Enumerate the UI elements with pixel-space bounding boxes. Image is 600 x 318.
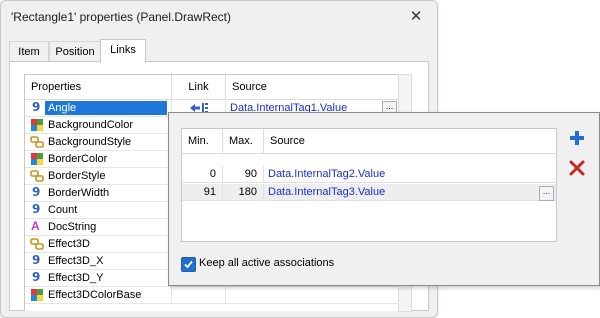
numeric-9-icon: 9 <box>32 253 41 267</box>
column-header-properties[interactable]: Properties <box>25 75 172 99</box>
property-cell[interactable]: Effect3DColorBase <box>25 287 172 304</box>
property-cell[interactable]: 9 Effect3D_X <box>25 253 172 270</box>
source-value[interactable]: Data.InternalTag3.Value ... <box>264 184 556 201</box>
associations-popup: Min. Max. Source 0 90 Data.InternalTag2.… <box>168 112 600 286</box>
property-cell[interactable]: 9 BorderWidth <box>25 185 172 202</box>
min-value[interactable]: 0 <box>182 166 223 183</box>
property-cell[interactable]: 9 Angle <box>25 100 172 117</box>
property-name: Count <box>48 204 78 216</box>
tab-item[interactable]: Item <box>9 41 49 62</box>
property-cell[interactable]: BackgroundStyle <box>25 134 172 151</box>
property-row[interactable]: Effect3DColorBase <box>25 287 399 304</box>
property-name: DocString <box>48 221 97 233</box>
numeric-9-icon: 9 <box>32 202 41 216</box>
association-row[interactable]: 0 90 Data.InternalTag2.Value <box>182 166 556 184</box>
header-divider <box>182 153 556 154</box>
close-icon[interactable]: ✕ <box>403 5 429 29</box>
tab-links[interactable]: Links <box>100 39 146 63</box>
numeric-9-icon: 9 <box>32 270 41 284</box>
association-row[interactable]: 91 180 Data.InternalTag3.Value ... <box>182 184 556 202</box>
numeric-9-icon: 9 <box>32 100 41 114</box>
column-header-source[interactable]: Source <box>264 129 556 153</box>
keep-all-checkbox[interactable] <box>181 257 196 272</box>
style-chain-icon <box>30 135 44 149</box>
add-association-button[interactable] <box>567 128 587 148</box>
property-cell[interactable]: 9 Effect3D_Y <box>25 270 172 287</box>
property-name: Effect3D <box>48 238 90 250</box>
column-header-min[interactable]: Min. <box>182 129 223 153</box>
property-cell[interactable]: 9 Count <box>25 202 172 219</box>
property-name: Effect3DColorBase <box>48 289 142 301</box>
style-chain-icon <box>30 169 44 183</box>
color-palette-icon <box>30 152 44 166</box>
color-palette-icon <box>30 288 44 302</box>
title-bar: 'Rectangle1' properties (Panel.DrawRect)… <box>1 1 437 33</box>
keep-all-label[interactable]: Keep all active associations <box>199 256 334 271</box>
property-name: Effect3D_Y <box>48 272 104 284</box>
source-cell[interactable] <box>226 287 399 304</box>
associations-grid: Min. Max. Source 0 90 Data.InternalTag2.… <box>181 128 557 242</box>
property-cell[interactable]: BackgroundColor <box>25 117 172 134</box>
property-cell[interactable]: BorderColor <box>25 151 172 168</box>
text-a-icon: A <box>31 219 40 233</box>
link-cell[interactable] <box>172 287 226 304</box>
property-cell[interactable]: BorderStyle <box>25 168 172 185</box>
browse-button[interactable]: ... <box>539 186 554 201</box>
source-value-text: Data.InternalTag3.Value <box>268 186 386 198</box>
property-name: Effect3D_X <box>48 255 104 267</box>
source-value[interactable]: Data.InternalTag2.Value <box>264 166 556 183</box>
style-chain-icon <box>30 237 44 251</box>
checkmark-icon <box>184 260 193 269</box>
color-palette-icon <box>30 118 44 132</box>
delete-association-button[interactable] <box>567 158 587 178</box>
max-value[interactable]: 180 <box>223 184 264 201</box>
column-header-max[interactable]: Max. <box>223 129 264 153</box>
property-name: BorderWidth <box>48 187 110 199</box>
property-name: BorderStyle <box>48 170 106 182</box>
dialog-title: 'Rectangle1' properties (Panel.DrawRect) <box>11 10 232 24</box>
property-cell[interactable]: A DocString <box>25 219 172 236</box>
column-header-link[interactable]: Link <box>172 75 226 99</box>
min-value[interactable]: 91 <box>182 184 223 201</box>
column-header-source[interactable]: Source <box>226 75 399 99</box>
property-name: Angle <box>45 101 167 115</box>
delete-x-icon <box>569 160 585 176</box>
tab-position[interactable]: Position <box>49 41 101 62</box>
property-name: BorderColor <box>48 153 108 165</box>
numeric-9-icon: 9 <box>32 185 41 199</box>
plus-icon <box>570 131 584 145</box>
property-name: BackgroundStyle <box>48 136 132 148</box>
property-name: BackgroundColor <box>48 119 133 131</box>
property-cell[interactable]: Effect3D <box>25 236 172 253</box>
max-value[interactable]: 90 <box>223 166 264 183</box>
